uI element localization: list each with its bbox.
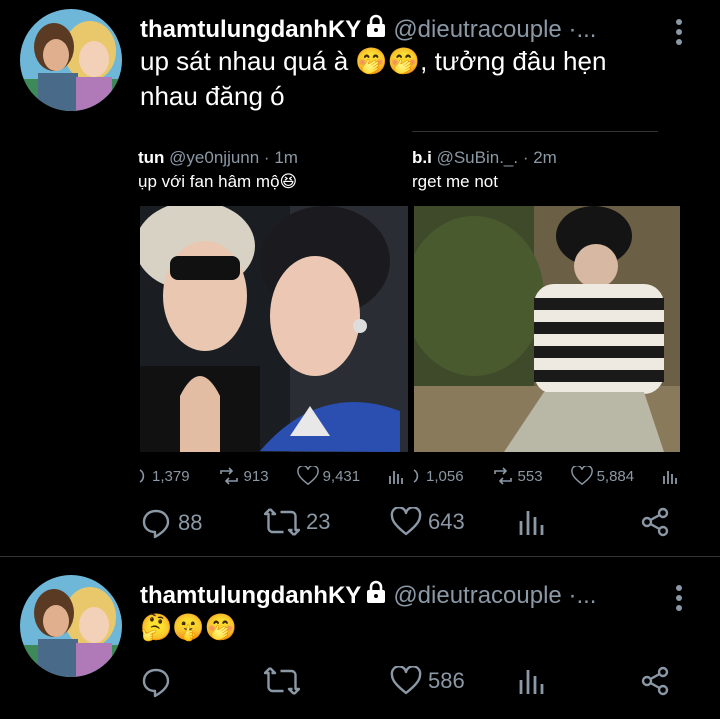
quoted-retweet-count: 553 <box>517 467 543 485</box>
reply-icon <box>139 469 145 483</box>
quoted-photo[interactable] <box>140 206 408 452</box>
retweet-button[interactable] <box>264 666 306 696</box>
quoted-stats: 1,056 553 5,884 <box>412 466 680 485</box>
tweet-divider <box>0 556 720 557</box>
reply-button[interactable]: 88 <box>140 507 202 539</box>
tweet-header: thamtulungdanhKY @dieutracouple ·... <box>140 14 596 45</box>
analytics-icon <box>519 511 544 535</box>
quoted-analytics[interactable] <box>388 467 406 485</box>
more-vertical-icon[interactable] <box>672 584 686 612</box>
like-button[interactable]: 643 <box>390 507 465 537</box>
quoted-text: rget me not <box>412 172 498 191</box>
analytics-icon <box>519 670 544 694</box>
tweet-text: up sát nhau quá à 🤭🤭, tưởng đâu hẹn nhau… <box>140 44 606 114</box>
quoted-like[interactable]: 9,431 <box>296 466 361 485</box>
more-vertical-icon[interactable] <box>672 18 686 46</box>
quoted-handle: @SuBin._. · 2m <box>436 148 557 167</box>
quoted-reply[interactable]: 1,379 <box>138 467 190 485</box>
retweet-icon <box>264 667 300 695</box>
quoted-tweet[interactable]: tun @ye0njjunn · 1m ụp với fan hâm mộ😆 1… <box>138 140 408 485</box>
action-bar: 88 23 643 <box>140 507 670 541</box>
share-button[interactable] <box>640 507 670 537</box>
quoted-retweet[interactable]: 913 <box>218 467 269 485</box>
like-button[interactable]: 586 <box>390 666 465 696</box>
like-count: 586 <box>428 668 465 693</box>
share-button[interactable] <box>640 666 670 696</box>
tweet-text-line: nhau đăng ó <box>140 81 285 111</box>
retweet-count: 23 <box>306 509 331 534</box>
reply-icon <box>413 469 419 483</box>
quoted-text: ụp với fan hâm mộ😆 <box>138 172 298 191</box>
retweet-button[interactable]: 23 <box>264 507 330 537</box>
like-icon <box>296 466 319 485</box>
reply-button[interactable] <box>140 666 178 698</box>
quoted-header: b.i @SuBin._. · 2m <box>412 148 557 168</box>
quoted-like[interactable]: 5,884 <box>570 466 635 485</box>
quoted-photo[interactable] <box>414 206 680 452</box>
like-icon <box>570 466 593 485</box>
quoted-like-count: 9,431 <box>322 467 361 485</box>
quoted-like-count: 5,884 <box>596 467 635 485</box>
like-count: 643 <box>428 509 465 534</box>
quoted-reply[interactable]: 1,056 <box>412 467 464 485</box>
quoted-header: tun @ye0njjunn · 1m <box>138 148 298 168</box>
analytics-icon <box>389 471 404 484</box>
lock-icon <box>365 14 387 45</box>
username-handle[interactable]: @dieutracouple ·... <box>393 16 596 44</box>
quoted-reply-count: 1,379 <box>152 467 190 485</box>
quoted-retweet[interactable]: 553 <box>492 467 543 485</box>
username-handle[interactable]: @dieutracouple ·... <box>393 582 596 610</box>
like-icon <box>390 507 422 536</box>
tweet-text: 🤔🤫🤭 <box>140 612 238 642</box>
retweet-icon <box>219 467 238 485</box>
analytics-button[interactable] <box>518 507 546 537</box>
quoted-handle: @ye0njjunn · 1m <box>169 148 298 167</box>
share-icon <box>641 507 669 537</box>
like-icon <box>390 666 422 695</box>
divider <box>412 131 658 132</box>
avatar[interactable] <box>20 575 122 677</box>
reply-count: 88 <box>178 510 203 535</box>
quoted-analytics[interactable] <box>662 467 680 485</box>
tweet-text-line: up sát nhau quá à 🤭🤭, tưởng đâu hẹn <box>140 46 607 76</box>
quoted-reply-count: 1,056 <box>426 467 464 485</box>
share-icon <box>641 666 669 696</box>
lock-icon <box>365 580 387 611</box>
reply-icon <box>142 509 170 539</box>
quoted-retweet-count: 913 <box>243 467 269 485</box>
retweet-icon <box>493 467 512 485</box>
tweet-header: thamtulungdanhKY @dieutracouple ·... <box>140 580 596 611</box>
quoted-display-name: b.i <box>412 148 432 167</box>
display-name[interactable]: thamtulungdanhKY <box>140 582 361 610</box>
analytics-icon <box>663 471 678 484</box>
analytics-button[interactable] <box>518 666 546 696</box>
reply-icon <box>142 668 170 698</box>
quoted-display-name: tun <box>138 148 165 167</box>
avatar[interactable] <box>20 9 122 111</box>
quoted-stats: 1,379 913 9,431 <box>138 466 408 485</box>
retweet-icon <box>264 508 300 536</box>
action-bar: 586 <box>140 666 670 700</box>
display-name[interactable]: thamtulungdanhKY <box>140 16 361 44</box>
quoted-tweet[interactable]: b.i @SuBin._. · 2m rget me not 1,056 553… <box>412 140 680 485</box>
